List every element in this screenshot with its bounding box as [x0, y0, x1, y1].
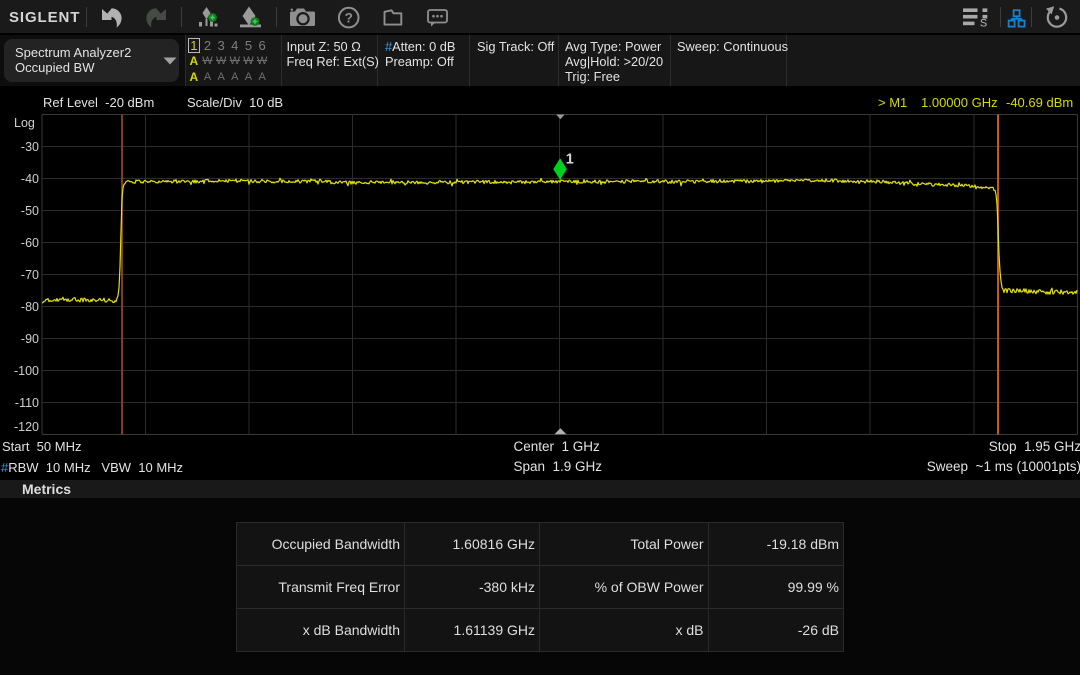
svg-text:?: ?	[345, 11, 353, 26]
svg-text:1: 1	[566, 152, 574, 168]
svg-text:S: S	[980, 17, 987, 29]
